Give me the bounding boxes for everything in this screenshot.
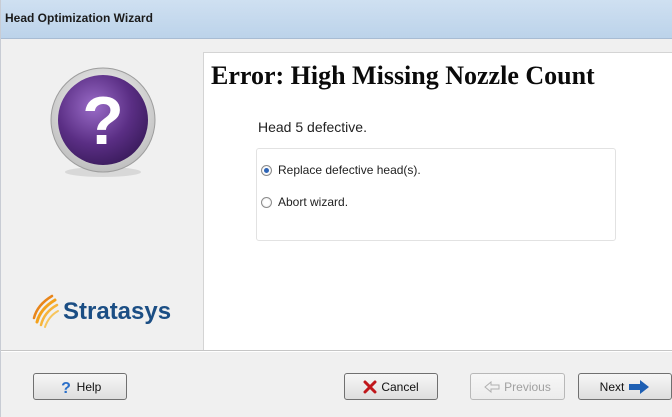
options-group: Replace defective head(s). Abort wizard. xyxy=(256,148,616,241)
left-panel: ? Stratasys xyxy=(1,38,201,350)
radio-replace-heads[interactable] xyxy=(261,164,272,176)
svg-text:?: ? xyxy=(82,83,124,159)
previous-arrow-icon xyxy=(484,380,500,393)
title-bar: Head Optimization Wizard xyxy=(1,0,672,39)
footer-separator xyxy=(1,350,672,352)
wizard-window: Head Optimization Wizard ? Stratasys Err… xyxy=(0,0,672,417)
option-abort-wizard[interactable]: Abort wizard. xyxy=(261,195,348,209)
error-message: Head 5 defective. xyxy=(258,119,367,135)
question-icon: ? xyxy=(61,380,71,395)
svg-text:?: ? xyxy=(61,380,71,395)
cancel-button[interactable]: Cancel xyxy=(344,373,438,400)
logo-text: Stratasys xyxy=(63,298,172,325)
radio-abort-wizard[interactable] xyxy=(261,196,272,208)
cancel-label: Cancel xyxy=(381,379,419,394)
cancel-x-icon xyxy=(363,380,377,393)
content-panel: Error: High Missing Nozzle Count Head 5 … xyxy=(203,52,672,350)
option-label: Replace defective head(s). xyxy=(278,163,421,177)
next-arrow-icon xyxy=(629,379,650,394)
option-label: Abort wizard. xyxy=(278,195,349,209)
previous-button[interactable]: Previous xyxy=(470,373,565,400)
next-button[interactable]: Next xyxy=(578,373,672,400)
help-button[interactable]: ? Help xyxy=(33,373,127,400)
help-label: Help xyxy=(76,379,102,394)
stratasys-logo-mark xyxy=(32,294,59,328)
window-title: Head Optimization Wizard xyxy=(5,11,153,25)
question-mark-icon: ? xyxy=(50,67,156,177)
error-heading: Error: High Missing Nozzle Count xyxy=(211,61,595,90)
previous-label: Previous xyxy=(504,379,551,394)
option-replace-heads[interactable]: Replace defective head(s). xyxy=(261,163,421,177)
next-label: Next xyxy=(599,379,625,394)
